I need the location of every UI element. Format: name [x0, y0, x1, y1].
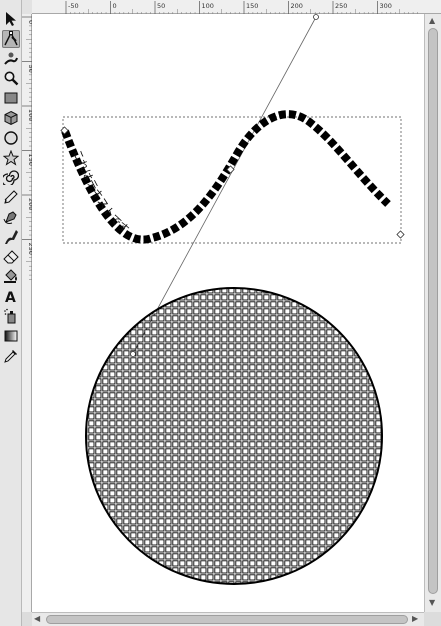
tool-calligraphy[interactable]	[2, 228, 20, 246]
tool-paint-bucket[interactable]	[2, 267, 20, 285]
ruler-corner	[22, 0, 32, 14]
tool-pencil[interactable]	[2, 188, 20, 206]
scroll-up-icon[interactable]: ▲	[429, 16, 435, 26]
tool-dropper[interactable]	[2, 347, 20, 365]
text-tool-icon: A	[5, 290, 16, 304]
pen-icon	[3, 211, 17, 224]
magnifier-icon	[4, 71, 19, 86]
spiral-icon	[3, 170, 19, 186]
bezier-handle-circle[interactable]	[130, 351, 136, 357]
horizontal-scrollbar[interactable]: ◀ ▶	[32, 612, 424, 626]
gradient-icon	[4, 330, 18, 342]
svg-text:A: A	[5, 290, 16, 304]
tool-star[interactable]	[2, 149, 20, 167]
tweak-brush-icon	[4, 52, 18, 65]
horizontal-ruler-scale: -50 0 50 100 150 200 250 300	[65, 1, 418, 15]
tool-spiral[interactable]	[2, 168, 20, 186]
ruler-label: 0	[113, 2, 117, 10]
ruler-label: 200	[291, 2, 303, 10]
circle-icon	[4, 131, 18, 145]
tool-spray[interactable]	[2, 307, 20, 325]
ruler-label: 50	[157, 2, 165, 10]
node-handle-end[interactable]	[396, 230, 405, 239]
tool-tweak[interactable]	[2, 50, 20, 68]
text-on-path[interactable]: これはテキストです	[70, 148, 131, 237]
rectangle-icon	[4, 92, 18, 104]
vertical-scroll-thumb[interactable]	[428, 28, 438, 594]
node-edit-icon	[4, 30, 18, 46]
ruler-label: 100	[202, 2, 214, 10]
ruler-label: 300	[380, 2, 392, 10]
eraser-icon	[3, 249, 19, 264]
vertical-ruler-scale: 050100150200250	[22, 16, 35, 280]
drawing-canvas[interactable]: これはテキストです	[32, 14, 424, 612]
calligraphy-icon	[5, 229, 18, 244]
tool-pen[interactable]	[2, 208, 20, 226]
tool-node-editor[interactable]	[2, 29, 20, 48]
spray-icon	[4, 308, 16, 324]
vertical-ruler[interactable]: 050100150200250	[22, 14, 35, 612]
toolbox: A	[0, 0, 22, 626]
scroll-down-icon[interactable]: ▼	[429, 598, 435, 608]
dropper-icon	[4, 349, 17, 363]
tool-eraser[interactable]	[2, 248, 20, 266]
scroll-right-icon[interactable]: ▶	[412, 614, 418, 624]
horizontal-scroll-thumb[interactable]	[46, 615, 408, 624]
horizontal-ruler[interactable]: -50 0 50 100 150 200 250 300	[32, 0, 441, 15]
tool-selector[interactable]	[2, 10, 20, 28]
ruler-label: 250	[335, 2, 347, 10]
scroll-left-icon[interactable]: ◀	[34, 614, 40, 624]
tool-ellipse[interactable]	[2, 129, 20, 147]
ruler-label: -50	[68, 2, 79, 10]
ruler-label: 150	[246, 2, 258, 10]
tool-rectangle[interactable]	[2, 89, 20, 107]
tool-3d-box[interactable]	[2, 109, 20, 127]
canvas-drawing[interactable]: これはテキストです	[32, 14, 424, 612]
arrow-pointer-icon	[6, 12, 16, 26]
star-icon	[3, 149, 19, 166]
tool-gradient[interactable]	[2, 327, 20, 345]
vertical-scrollbar[interactable]: ▲ ▼	[424, 14, 441, 612]
cube-icon	[4, 110, 18, 126]
bezier-handle-top[interactable]	[313, 14, 319, 20]
tool-zoom[interactable]	[2, 69, 20, 87]
paint-bucket-icon	[4, 269, 17, 284]
pencil-icon	[4, 190, 18, 204]
grid-fill	[86, 288, 382, 584]
tool-text[interactable]: A	[2, 287, 20, 305]
